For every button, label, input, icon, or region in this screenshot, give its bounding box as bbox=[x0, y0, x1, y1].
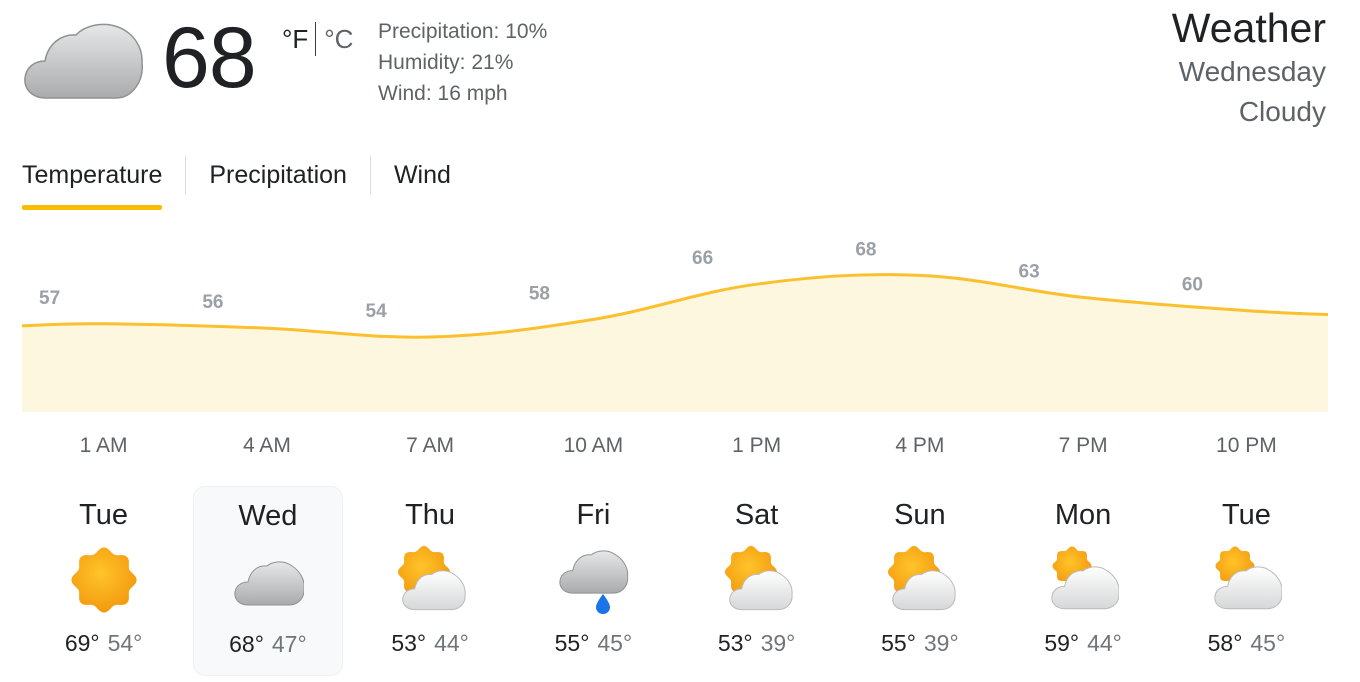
weather-details: Precipitation: 10% Humidity: 21% Wind: 1… bbox=[378, 16, 547, 109]
day-wed[interactable]: Wed 68° 47° bbox=[192, 486, 343, 676]
tab-precipitation[interactable]: Precipitation bbox=[209, 152, 347, 210]
rain-icon bbox=[559, 550, 629, 614]
mostly-cloudy-icon bbox=[1214, 546, 1283, 610]
mostly-cloudy-icon bbox=[1051, 546, 1120, 610]
day-thu[interactable]: Thu 53° 44° bbox=[356, 486, 504, 674]
high-temp: 69° bbox=[64, 630, 100, 656]
hour-label: 1 AM bbox=[79, 434, 128, 457]
low-temp: 45° bbox=[1250, 630, 1286, 656]
low-temp: 45° bbox=[597, 630, 633, 656]
day-fri[interactable]: Fri 55° 45° bbox=[519, 486, 667, 674]
hour-axis: 1 AM 4 AM 7 AM 10 AM 1 PM 4 PM 7 PM 10 PM bbox=[0, 434, 1360, 466]
tab-divider bbox=[185, 156, 187, 194]
weather-day: Wednesday bbox=[1178, 56, 1326, 87]
temperature-value-label: 57 bbox=[39, 288, 60, 309]
day-temps: 53° 39° bbox=[683, 630, 831, 657]
current-temperature: 68 bbox=[162, 10, 257, 106]
day-tue[interactable]: Tue 58° 45° bbox=[1172, 486, 1320, 674]
day-name: Sat bbox=[734, 499, 779, 531]
weather-tabs: Temperature Precipitation Wind bbox=[22, 152, 451, 210]
low-temp: 44° bbox=[1087, 630, 1122, 656]
celsius-button[interactable]: °C bbox=[324, 24, 353, 55]
fahrenheit-button[interactable]: °F bbox=[282, 24, 308, 55]
hour-label: 10 AM bbox=[563, 434, 624, 457]
day-mon[interactable]: Mon 59° 44° bbox=[1009, 486, 1157, 674]
hour-label: 4 AM bbox=[242, 434, 291, 457]
day-temps: 68° 47° bbox=[194, 631, 342, 658]
day-name: Tue bbox=[79, 499, 129, 531]
partly-cloudy-icon bbox=[397, 545, 466, 611]
day-name: Wed bbox=[238, 500, 298, 532]
hour-label: 4 PM bbox=[895, 434, 945, 457]
day-temps: 58° 45° bbox=[1172, 630, 1320, 657]
hour-label: 7 AM bbox=[406, 434, 455, 457]
unit-divider bbox=[315, 22, 317, 56]
low-temp: 39° bbox=[923, 630, 959, 656]
weather-condition: Cloudy bbox=[1238, 96, 1326, 127]
low-temp: 39° bbox=[760, 630, 796, 656]
temperature-value-label: 54 bbox=[366, 301, 388, 322]
day-sat[interactable]: Sat 53° 39° bbox=[683, 486, 831, 674]
day-name: Thu bbox=[405, 499, 456, 531]
day-name: Mon bbox=[1054, 499, 1112, 531]
high-temp: 53° bbox=[391, 630, 427, 656]
low-temp: 47° bbox=[271, 631, 307, 657]
precipitation-text: Precipitation: 10% bbox=[378, 20, 548, 43]
tab-temperature[interactable]: Temperature bbox=[22, 152, 163, 210]
day-temps: 59° 44° bbox=[1009, 630, 1157, 657]
cloudy-icon bbox=[234, 561, 304, 606]
temperature-value-label: 63 bbox=[1019, 261, 1040, 282]
weather-title: Weather bbox=[1171, 5, 1326, 51]
high-temp: 68° bbox=[229, 631, 264, 657]
high-temp: 59° bbox=[1044, 630, 1080, 656]
unit-toggle: °F °C bbox=[282, 22, 353, 56]
temperature-value-label: 56 bbox=[202, 292, 223, 313]
temperature-value-label: 58 bbox=[529, 283, 550, 304]
high-temp: 58° bbox=[1207, 630, 1243, 656]
day-name: Sun bbox=[894, 499, 946, 531]
day-temps: 53° 44° bbox=[356, 630, 504, 657]
day-tue[interactable]: Tue 69° 54° bbox=[30, 486, 178, 674]
temperature-chart: 57 56 54 58 66 68 63 60 bbox=[21, 240, 1329, 412]
day-sun[interactable]: Sun 55° 39° bbox=[846, 486, 994, 674]
temperature-value-label: 68 bbox=[855, 240, 876, 260]
tab-divider bbox=[369, 156, 371, 194]
day-temps: 69° 54° bbox=[30, 630, 178, 657]
high-temp: 55° bbox=[554, 630, 590, 656]
day-name: Tue bbox=[1221, 499, 1271, 531]
daily-forecast: Tue 69° 54° Wed 68° 47° Thu 53° 44° Fri 55° 45° Sa… bbox=[0, 486, 1360, 676]
hour-label: 1 PM bbox=[732, 434, 782, 457]
temperature-value-label: 60 bbox=[1182, 275, 1203, 296]
day-temps: 55° 45° bbox=[519, 630, 667, 657]
sunny-icon bbox=[70, 547, 137, 613]
humidity-text: Humidity: 21% bbox=[378, 51, 514, 74]
wind-text: Wind: 16 mph bbox=[378, 82, 508, 105]
partly-cloudy-icon bbox=[724, 545, 793, 611]
high-temp: 55° bbox=[881, 630, 916, 656]
day-temps: 55° 39° bbox=[846, 630, 994, 657]
partly-cloudy-icon bbox=[887, 545, 956, 611]
current-weather-icon bbox=[22, 18, 144, 104]
low-temp: 44° bbox=[434, 630, 469, 656]
high-temp: 53° bbox=[717, 630, 753, 656]
low-temp: 54° bbox=[107, 630, 143, 656]
weather-summary: Weather Wednesday Cloudy bbox=[1172, 4, 1326, 132]
hour-label: 7 PM bbox=[1058, 434, 1108, 457]
day-name: Fri bbox=[576, 499, 611, 531]
tab-wind[interactable]: Wind bbox=[394, 152, 451, 210]
cloud-icon bbox=[24, 23, 143, 99]
temperature-value-label: 66 bbox=[692, 248, 713, 269]
hour-label: 10 PM bbox=[1216, 434, 1277, 457]
